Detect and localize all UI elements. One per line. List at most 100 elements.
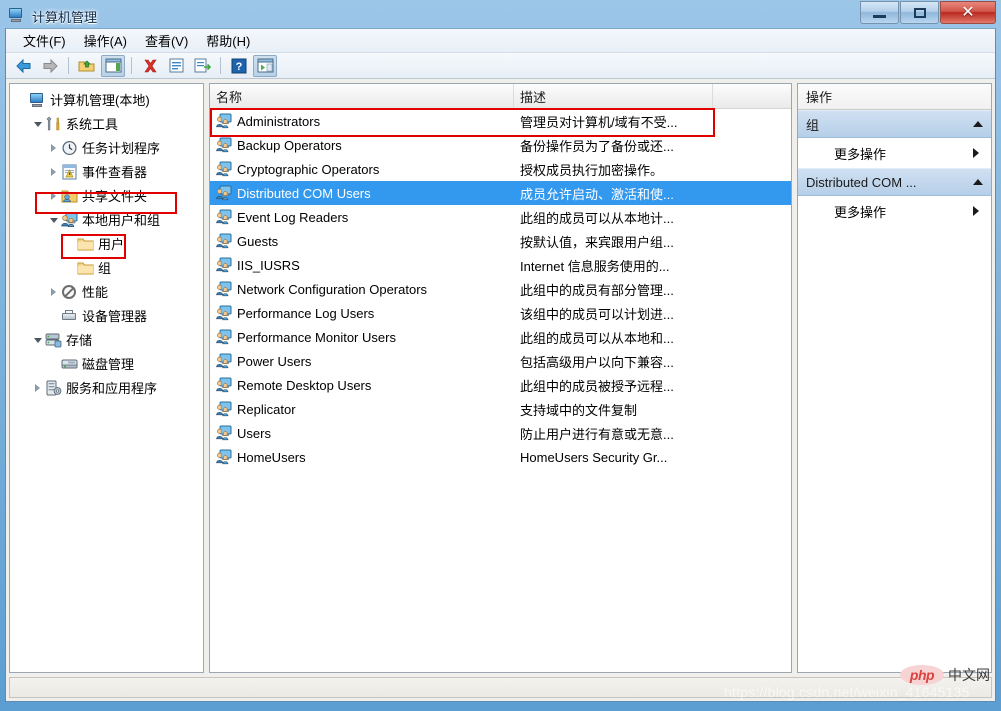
column-header-description[interactable]: 描述 [514, 84, 713, 108]
table-row[interactable]: Backup Operators 备份操作员为了备份或还... [210, 133, 791, 157]
tree-item-storage[interactable]: 存储 [10, 328, 203, 352]
table-row[interactable]: Performance Monitor Users 此组的成员可以从本地和... [210, 325, 791, 349]
actions-section-groups[interactable]: 组 [798, 110, 991, 138]
table-row[interactable]: Remote Desktop Users 此组中的成员被授予远程... [210, 373, 791, 397]
table-row[interactable]: HomeUsers HomeUsers Security Gr... [210, 445, 791, 469]
tree-item-shared-folders[interactable]: 共享文件夹 [10, 184, 203, 208]
cell-name: HomeUsers [210, 449, 514, 465]
groups-list-pane[interactable]: 名称 描述 Administrators 管理员对计算机/域有不受... Backu… [209, 83, 792, 673]
close-button[interactable]: ✕ [940, 1, 996, 24]
table-row[interactable]: Performance Log Users 该组中的成员可以计划进... [210, 301, 791, 325]
cell-description: HomeUsers Security Gr... [520, 449, 668, 465]
cell-description: 此组中的成员被授予远程... [520, 378, 674, 394]
table-row[interactable]: Power Users 包括高级用户以向下兼容... [210, 349, 791, 373]
properties-button[interactable] [164, 55, 188, 77]
chevron-down-icon[interactable] [46, 208, 61, 232]
menu-help[interactable]: 帮助(H) [197, 28, 259, 53]
chevron-right-icon[interactable] [30, 376, 45, 400]
chevron-right-icon[interactable] [46, 280, 61, 304]
tree-item-users[interactable]: 用户 [10, 232, 203, 256]
table-row[interactable]: Distributed COM Users 成员允许启动、激活和使... [210, 181, 791, 205]
tree-item-system-tools[interactable]: 系统工具 [10, 112, 203, 136]
group-name-label: Replicator [237, 401, 296, 417]
back-button[interactable] [12, 55, 36, 77]
caption-buttons: ✕ [859, 1, 996, 25]
cell-description: 授权成员执行加密操作。 [520, 162, 664, 178]
menu-action[interactable]: 操作(A) [75, 28, 136, 53]
menu-view[interactable]: 查看(V) [136, 28, 197, 53]
chevron-down-icon[interactable] [30, 112, 45, 136]
help-icon: ? [231, 58, 247, 73]
tree-item-disk-management[interactable]: 磁盘管理 [10, 352, 203, 376]
show-hide-tree-button[interactable] [101, 54, 125, 77]
up-folder-button[interactable] [75, 55, 99, 77]
group-icon [216, 233, 233, 249]
folder-icon [77, 236, 94, 252]
chevron-right-icon[interactable] [46, 160, 61, 184]
tree-item-computer-management[interactable]: 计算机管理(本地) [10, 88, 203, 112]
actions-section-selected-item[interactable]: Distributed COM ... [798, 168, 991, 196]
actions-pane[interactable]: 操作 组 更多操作 Distributed COM ... 更多操作 [797, 83, 992, 673]
forward-button[interactable] [38, 55, 62, 77]
tree-item-label: 组 [98, 260, 112, 276]
table-row[interactable]: Network Configuration Operators 此组中的成员有部分… [210, 277, 791, 301]
actions-more-actions-selected-item[interactable]: 更多操作 [798, 196, 991, 226]
tree-item-label: 共享文件夹 [82, 188, 148, 204]
cell-description: 此组中的成员有部分管理... [520, 282, 674, 298]
actions-section-selected-item-label: Distributed COM ... [806, 174, 917, 190]
local-users-groups-icon [61, 212, 78, 228]
group-name-label: Power Users [237, 353, 312, 369]
up-folder-icon [78, 60, 95, 71]
expander-placeholder [62, 256, 77, 280]
column-header-name[interactable]: 名称 [210, 84, 514, 108]
cell-name: Network Configuration Operators [210, 281, 514, 297]
minimize-icon [873, 14, 886, 18]
export-list-button[interactable] [190, 55, 214, 77]
actions-more-actions-groups[interactable]: 更多操作 [798, 138, 991, 168]
column-header-empty[interactable] [713, 84, 791, 108]
group-name-label: Cryptographic Operators [237, 161, 380, 177]
cell-name: Backup Operators [210, 137, 514, 153]
tree-item-event-viewer[interactable]: 事件查看器 [10, 160, 203, 184]
system-tools-icon [45, 116, 62, 132]
title-bar[interactable]: 计算机管理 ✕ [5, 1, 996, 28]
group-icon [216, 377, 233, 393]
chevron-right-icon[interactable] [46, 136, 61, 160]
show-action-pane-button[interactable] [253, 54, 277, 77]
group-icon [216, 185, 233, 201]
tree-item-performance[interactable]: 性能 [10, 280, 203, 304]
chevron-up-icon[interactable] [973, 121, 983, 127]
minimize-button[interactable] [860, 1, 899, 24]
tree-item-device-manager[interactable]: 设备管理器 [10, 304, 203, 328]
tree-item-services-and-applications[interactable]: 服务和应用程序 [10, 376, 203, 400]
group-icon [216, 329, 233, 345]
group-name-label: Backup Operators [237, 137, 342, 153]
tree-item-label: 本地用户和组 [82, 212, 161, 228]
tree-item-local-users-and-groups[interactable]: 本地用户和组 [10, 208, 203, 232]
menu-file[interactable]: 文件(F) [14, 28, 75, 53]
chevron-up-icon[interactable] [973, 179, 983, 185]
table-row[interactable]: Event Log Readers 此组的成员可以从本地计... [210, 205, 791, 229]
show-hide-tree-icon [105, 58, 121, 73]
delete-button[interactable] [138, 55, 162, 77]
table-row[interactable]: Users 防止用户进行有意或无意... [210, 421, 791, 445]
table-row[interactable]: Administrators 管理员对计算机/域有不受... [210, 109, 791, 133]
console-tree-pane[interactable]: 计算机管理(本地) 系统工具 任务计划程序 事件查看器共享文件夹本地用户和组用户组性能… [9, 83, 204, 673]
cell-name: Performance Monitor Users [210, 329, 514, 345]
chevron-down-icon[interactable] [30, 328, 45, 352]
maximize-icon [913, 7, 926, 18]
table-row[interactable]: Guests 按默认值，来宾跟用户组... [210, 229, 791, 253]
chevron-right-icon[interactable] [46, 184, 61, 208]
panes-container: 计算机管理(本地) 系统工具 任务计划程序 事件查看器 共享文件夹 本地用户和组 用户组性能… [6, 80, 995, 676]
tree-item-label: 服务和应用程序 [66, 380, 158, 396]
shared-folders-icon [61, 188, 78, 204]
tree-item-label: 用户 [98, 236, 125, 252]
tree-item-groups[interactable]: 组 [10, 256, 203, 280]
tree-item-task-scheduler[interactable]: 任务计划程序 [10, 136, 203, 160]
cell-description: 该组中的成员可以计划进... [520, 306, 674, 322]
table-row[interactable]: IIS_IUSRS Internet 信息服务使用的... [210, 253, 791, 277]
help-button[interactable]: ? [227, 55, 251, 77]
table-row[interactable]: Cryptographic Operators 授权成员执行加密操作。 [210, 157, 791, 181]
maximize-button[interactable] [900, 1, 939, 24]
table-row[interactable]: Replicator 支持域中的文件复制 [210, 397, 791, 421]
